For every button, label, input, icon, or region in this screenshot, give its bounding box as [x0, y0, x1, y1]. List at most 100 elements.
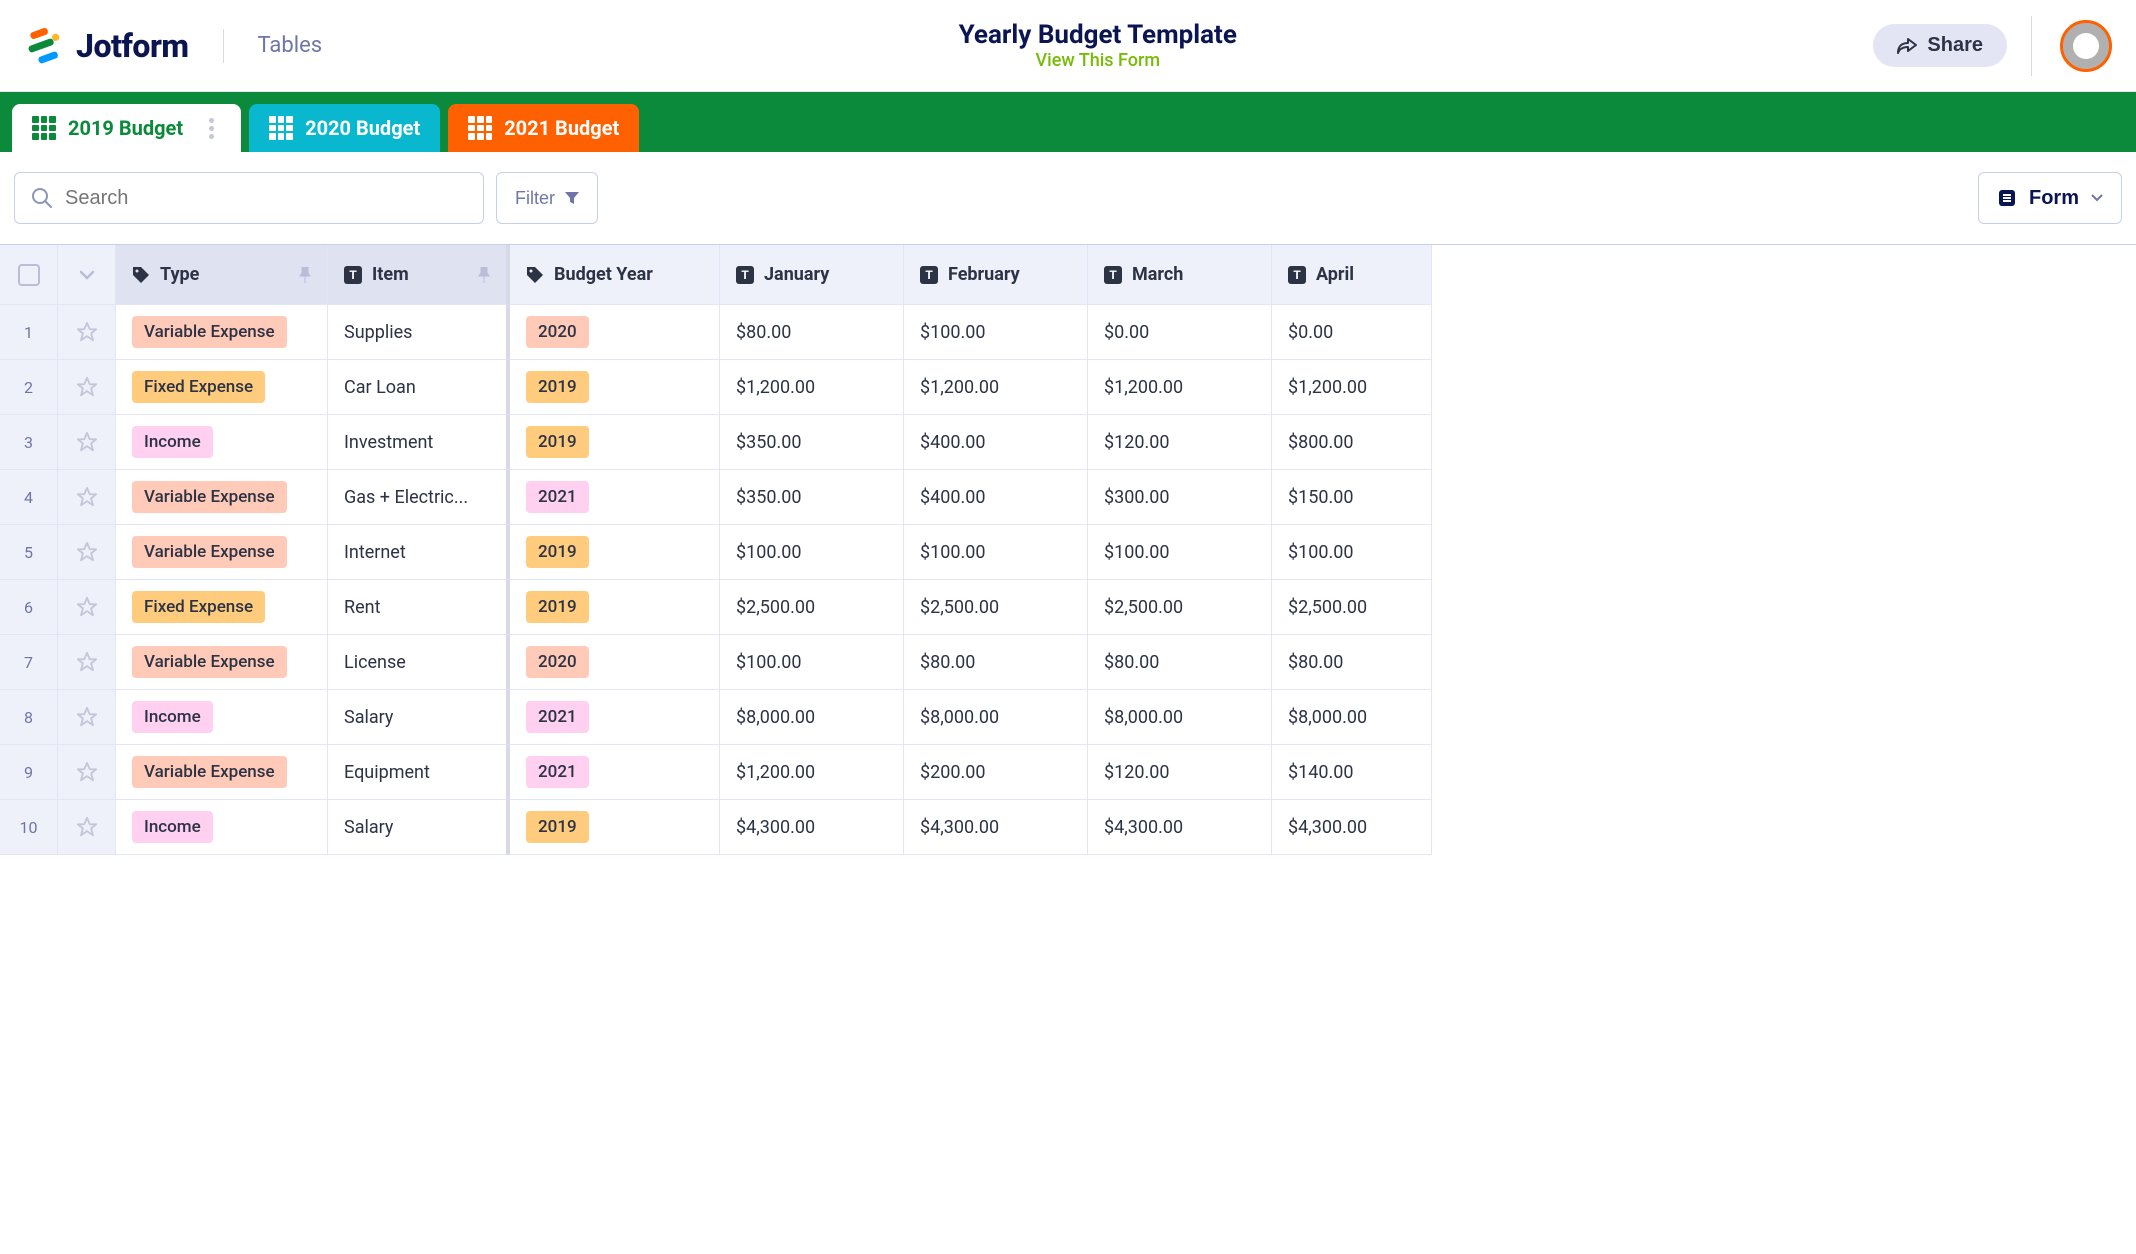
cell-january[interactable]: $1,200.00 [720, 360, 904, 415]
cell-type[interactable]: Fixed Expense [116, 360, 328, 415]
select-all-header[interactable] [0, 245, 58, 305]
row-number[interactable]: 5 [0, 525, 58, 580]
cell-type[interactable]: Variable Expense [116, 470, 328, 525]
cell-type[interactable]: Income [116, 415, 328, 470]
user-avatar[interactable] [2060, 20, 2112, 72]
row-star[interactable] [58, 525, 116, 580]
cell-april[interactable]: $0.00 [1272, 305, 1432, 360]
row-star[interactable] [58, 580, 116, 635]
cell-january[interactable]: $350.00 [720, 415, 904, 470]
tab-2021-budget[interactable]: 2021 Budget [448, 104, 639, 152]
row-number[interactable]: 9 [0, 745, 58, 800]
row-number[interactable]: 4 [0, 470, 58, 525]
cell-year[interactable]: 2019 [510, 800, 720, 855]
row-number[interactable]: 7 [0, 635, 58, 690]
cell-march[interactable]: $1,200.00 [1088, 360, 1272, 415]
section-name[interactable]: Tables [258, 33, 323, 58]
share-button[interactable]: Share [1873, 24, 2007, 67]
cell-item[interactable]: Internet [328, 525, 510, 580]
cell-april[interactable]: $4,300.00 [1272, 800, 1432, 855]
cell-item[interactable]: Equipment [328, 745, 510, 800]
cell-type[interactable]: Income [116, 800, 328, 855]
cell-april[interactable]: $8,000.00 [1272, 690, 1432, 745]
pin-icon[interactable] [299, 267, 311, 283]
cell-february[interactable]: $400.00 [904, 415, 1088, 470]
row-number[interactable]: 2 [0, 360, 58, 415]
view-form-link[interactable]: View This Form [1035, 50, 1160, 71]
cell-item[interactable]: Car Loan [328, 360, 510, 415]
cell-march[interactable]: $120.00 [1088, 415, 1272, 470]
cell-january[interactable]: $100.00 [720, 635, 904, 690]
cell-january[interactable]: $4,300.00 [720, 800, 904, 855]
row-number[interactable]: 1 [0, 305, 58, 360]
row-star[interactable] [58, 470, 116, 525]
row-star[interactable] [58, 635, 116, 690]
cell-march[interactable]: $4,300.00 [1088, 800, 1272, 855]
cell-january[interactable]: $350.00 [720, 470, 904, 525]
cell-march[interactable]: $8,000.00 [1088, 690, 1272, 745]
cell-year[interactable]: 2019 [510, 360, 720, 415]
cell-type[interactable]: Variable Expense [116, 305, 328, 360]
row-number[interactable]: 8 [0, 690, 58, 745]
row-star[interactable] [58, 800, 116, 855]
row-number[interactable]: 3 [0, 415, 58, 470]
cell-type[interactable]: Variable Expense [116, 745, 328, 800]
cell-february[interactable]: $1,200.00 [904, 360, 1088, 415]
cell-february[interactable]: $4,300.00 [904, 800, 1088, 855]
cell-year[interactable]: 2019 [510, 525, 720, 580]
cell-item[interactable]: Gas + Electric... [328, 470, 510, 525]
col-header-march[interactable]: T March [1088, 245, 1272, 305]
cell-item[interactable]: Salary [328, 800, 510, 855]
cell-january[interactable]: $8,000.00 [720, 690, 904, 745]
cell-april[interactable]: $100.00 [1272, 525, 1432, 580]
cell-type[interactable]: Fixed Expense [116, 580, 328, 635]
cell-february[interactable]: $2,500.00 [904, 580, 1088, 635]
row-star[interactable] [58, 360, 116, 415]
cell-year[interactable]: 2021 [510, 690, 720, 745]
cell-march[interactable]: $120.00 [1088, 745, 1272, 800]
cell-april[interactable]: $80.00 [1272, 635, 1432, 690]
row-number[interactable]: 6 [0, 580, 58, 635]
cell-february[interactable]: $100.00 [904, 305, 1088, 360]
cell-year[interactable]: 2019 [510, 415, 720, 470]
cell-type[interactable]: Variable Expense [116, 635, 328, 690]
cell-february[interactable]: $100.00 [904, 525, 1088, 580]
filter-button[interactable]: Filter [496, 172, 598, 224]
row-star[interactable] [58, 305, 116, 360]
cell-march[interactable]: $0.00 [1088, 305, 1272, 360]
cell-january[interactable]: $80.00 [720, 305, 904, 360]
cell-type[interactable]: Income [116, 690, 328, 745]
cell-march[interactable]: $80.00 [1088, 635, 1272, 690]
cell-january[interactable]: $2,500.00 [720, 580, 904, 635]
col-header-budget-year[interactable]: Budget Year [510, 245, 720, 305]
cell-march[interactable]: $100.00 [1088, 525, 1272, 580]
col-header-january[interactable]: T January [720, 245, 904, 305]
search-input[interactable] [65, 187, 467, 210]
form-view-dropdown[interactable]: Form [1978, 172, 2122, 224]
col-header-april[interactable]: T April [1272, 245, 1432, 305]
tab-2019-budget[interactable]: 2019 Budget [12, 104, 241, 152]
cell-april[interactable]: $800.00 [1272, 415, 1432, 470]
cell-year[interactable]: 2021 [510, 745, 720, 800]
pin-icon[interactable] [478, 267, 490, 283]
cell-april[interactable]: $150.00 [1272, 470, 1432, 525]
row-star[interactable] [58, 415, 116, 470]
cell-year[interactable]: 2021 [510, 470, 720, 525]
cell-year[interactable]: 2020 [510, 635, 720, 690]
cell-april[interactable]: $140.00 [1272, 745, 1432, 800]
cell-april[interactable]: $2,500.00 [1272, 580, 1432, 635]
cell-year[interactable]: 2020 [510, 305, 720, 360]
cell-march[interactable]: $2,500.00 [1088, 580, 1272, 635]
tab-menu-icon[interactable] [201, 118, 221, 139]
cell-item[interactable]: Rent [328, 580, 510, 635]
col-header-february[interactable]: T February [904, 245, 1088, 305]
row-number[interactable]: 10 [0, 800, 58, 855]
cell-march[interactable]: $300.00 [1088, 470, 1272, 525]
col-header-type[interactable]: Type [116, 245, 328, 305]
tab-2020-budget[interactable]: 2020 Budget [249, 104, 440, 152]
cell-item[interactable]: Supplies [328, 305, 510, 360]
cell-item[interactable]: Investment [328, 415, 510, 470]
cell-february[interactable]: $80.00 [904, 635, 1088, 690]
cell-type[interactable]: Variable Expense [116, 525, 328, 580]
col-header-item[interactable]: T Item [328, 245, 510, 305]
